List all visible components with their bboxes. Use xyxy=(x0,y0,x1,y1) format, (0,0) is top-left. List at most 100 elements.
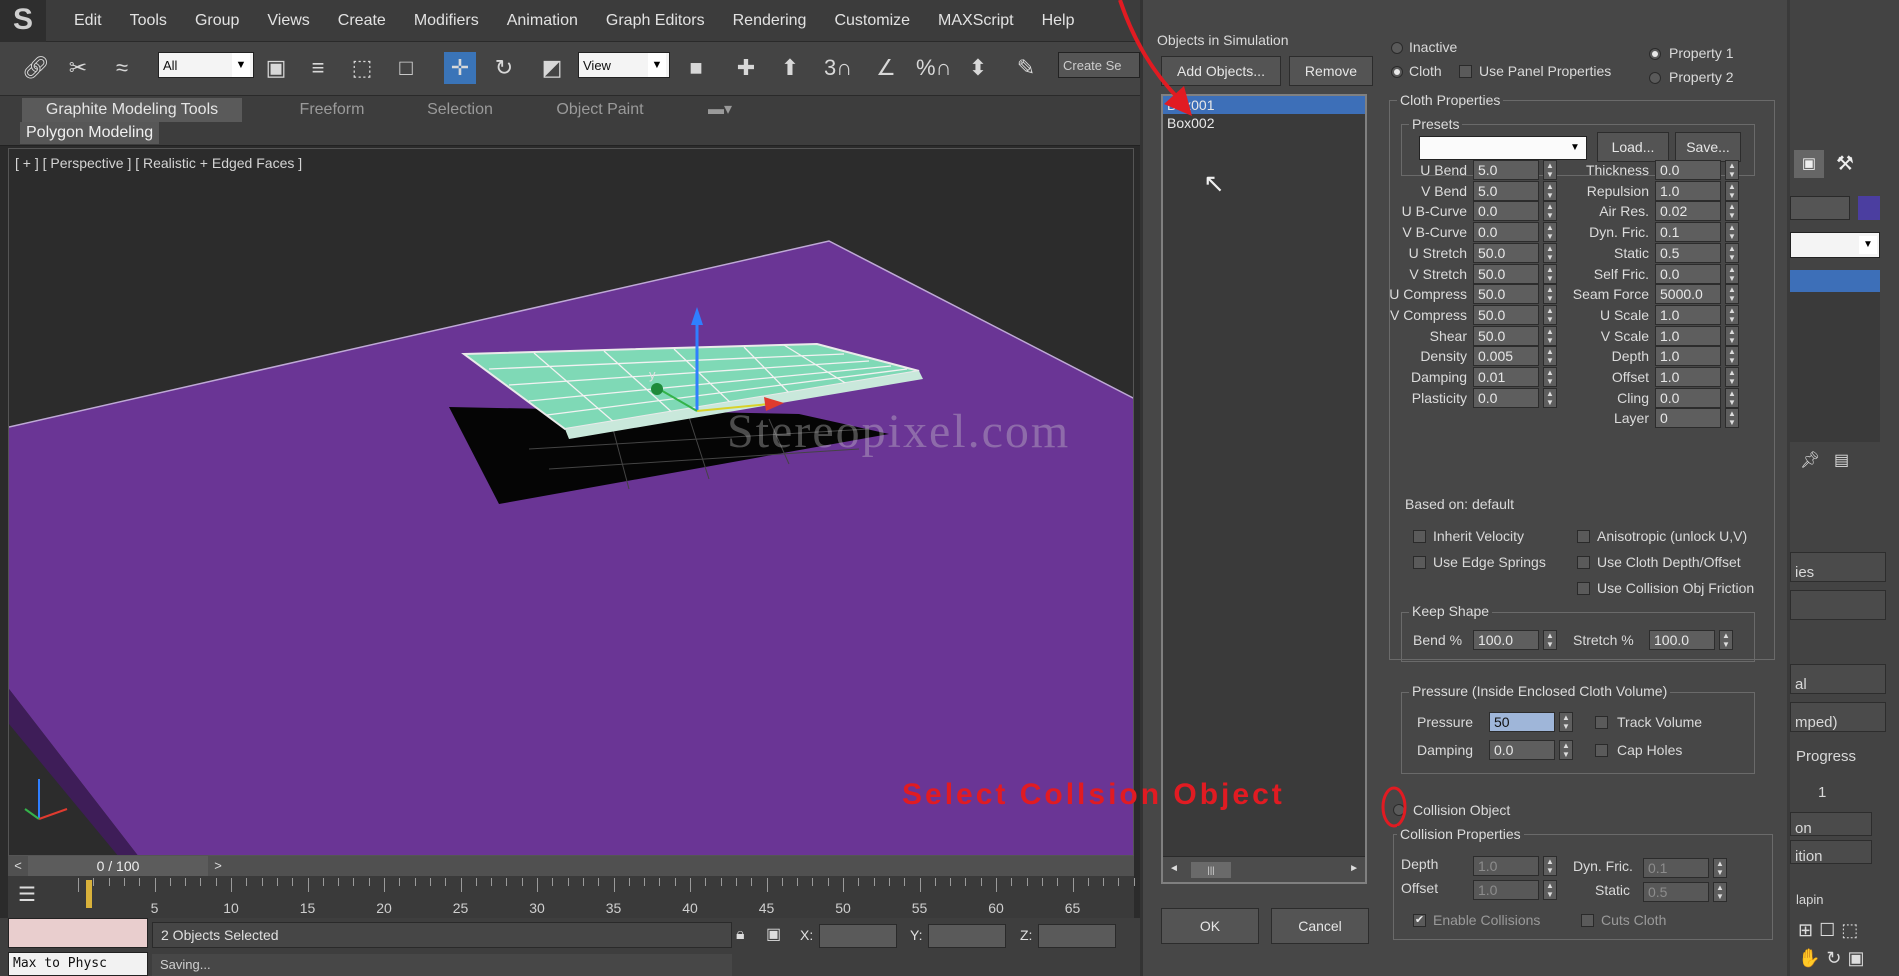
coord-x-field[interactable] xyxy=(819,924,898,949)
right-param-value[interactable]: 1.0 xyxy=(1655,367,1721,387)
use-collision-obj-friction-checkbox[interactable] xyxy=(1577,582,1590,595)
right-param-value[interactable]: 0.0 xyxy=(1655,387,1721,408)
inherit-velocity-checkbox[interactable] xyxy=(1413,530,1426,543)
spinner-arrows-icon[interactable]: ▲ ▼ xyxy=(1543,222,1557,243)
prev-frame-button[interactable]: < xyxy=(8,856,28,876)
select-rotate-icon[interactable]: ↻ xyxy=(488,52,520,84)
tab-graphite-modeling-tools[interactable]: Graphite Modeling Tools xyxy=(22,98,242,122)
cmd-button-5[interactable]: on xyxy=(1790,812,1872,837)
right-param-value[interactable]: 0.0 xyxy=(1655,160,1721,180)
tab-selection[interactable]: Selection xyxy=(410,98,510,122)
menu-create[interactable]: Create xyxy=(324,0,400,42)
cmd-button-properties[interactable]: ies xyxy=(1790,552,1886,582)
angle-snap-icon[interactable]: ∠ xyxy=(870,52,902,84)
unlink-icon[interactable]: ✂ xyxy=(62,52,94,84)
cancel-button[interactable]: Cancel xyxy=(1271,908,1369,944)
spinner-arrows-icon[interactable]: ▲ ▼ xyxy=(1543,201,1557,222)
cmd-button-4[interactable]: mped) xyxy=(1790,702,1886,732)
collision-dyn-fric-value[interactable]: 0.1 xyxy=(1643,858,1709,878)
modifier-list-dropdown[interactable]: ▼ xyxy=(1790,232,1880,258)
spinner-arrows-icon[interactable]: ▲ ▼ xyxy=(1543,242,1557,263)
spinner-arrows-icon[interactable]: ▲ ▼ xyxy=(1725,387,1739,408)
bind-space-warp-icon[interactable]: ≈ xyxy=(106,52,138,84)
pin-stack-icon[interactable]: 📌︎ xyxy=(1800,450,1820,470)
menu-customize[interactable]: Customize xyxy=(820,0,924,42)
menu-animation[interactable]: Animation xyxy=(493,0,592,42)
left-param-value[interactable]: 0.005 xyxy=(1473,346,1539,367)
right-param-value[interactable]: 0.0 xyxy=(1655,263,1721,284)
window-crossing-icon[interactable]: □ xyxy=(390,52,422,84)
spinner-arrows-icon[interactable]: ▲ ▼ xyxy=(1543,346,1557,367)
app-logo-button[interactable]: S xyxy=(0,0,46,42)
radio-inactive[interactable] xyxy=(1391,42,1403,54)
reference-coord-dropdown[interactable]: View ▼ xyxy=(578,52,670,78)
selection-filter-dropdown[interactable]: All ▼ xyxy=(158,52,254,78)
maxscript-listener-mini[interactable] xyxy=(8,918,148,948)
time-ruler[interactable]: 510152025303540455055606570 xyxy=(78,878,1157,918)
display-icon[interactable]: ▣ xyxy=(1794,150,1824,178)
right-param-value[interactable]: 5000.0 xyxy=(1655,284,1721,305)
spinner-arrows-icon[interactable]: ▲ ▼ xyxy=(1725,325,1739,346)
spinner-arrows-icon[interactable]: ▲ ▼ xyxy=(1725,180,1739,201)
coord-y-field[interactable] xyxy=(928,924,1007,949)
objects-listbox[interactable]: Box001 Box002 ◄ ||| ► xyxy=(1161,94,1367,884)
use-panel-properties-checkbox[interactable] xyxy=(1459,65,1472,78)
track-volume-checkbox[interactable] xyxy=(1595,716,1608,729)
cmd-button-2[interactable] xyxy=(1790,590,1886,620)
time-slider-thumb[interactable]: 0 / 100 xyxy=(28,856,208,876)
cap-holes-checkbox[interactable] xyxy=(1595,744,1608,757)
left-param-value[interactable]: 50.0 xyxy=(1473,284,1539,305)
spinner-arrows-icon[interactable]: ▲ ▼ xyxy=(1725,304,1739,325)
left-param-value[interactable]: 0.01 xyxy=(1473,367,1539,387)
perspective-viewport[interactable]: y [ + ] [ Perspective ] [ Realistic + Ed… xyxy=(8,148,1134,856)
name-field[interactable] xyxy=(1790,196,1850,220)
enable-collisions-checkbox[interactable]: ✔ xyxy=(1413,914,1426,927)
presets-dropdown[interactable]: ▼ xyxy=(1419,136,1587,160)
snap-icon[interactable]: 3∩ xyxy=(822,52,854,84)
spinner-arrows-icon[interactable]: ▲ ▼ xyxy=(1725,242,1739,263)
spinner-arrows-icon[interactable]: ▲ ▼ xyxy=(1725,367,1739,387)
polygon-modeling-panel[interactable]: Polygon Modeling xyxy=(20,122,160,144)
spinner-arrows-icon[interactable]: ▲ ▼ xyxy=(1543,856,1557,876)
collision-static-value[interactable]: 0.5 xyxy=(1643,882,1709,902)
scroll-right-icon[interactable]: ► xyxy=(1349,863,1359,874)
cmd-button-6[interactable]: ition xyxy=(1790,840,1872,865)
listbox-horizontal-scrollbar[interactable]: ◄ ||| ► xyxy=(1163,856,1365,882)
menu-edit[interactable]: Edit xyxy=(60,0,116,42)
spinner-arrows-icon[interactable]: ▲ ▼ xyxy=(1543,160,1557,180)
left-param-value[interactable]: 5.0 xyxy=(1473,180,1539,201)
menu-maxscript[interactable]: MAXScript xyxy=(924,0,1028,42)
spinner-arrows-icon[interactable]: ▲ ▼ xyxy=(1543,263,1557,284)
scroll-left-icon[interactable]: ◄ xyxy=(1169,863,1179,874)
spinner-arrows-icon[interactable]: ▲ ▼ xyxy=(1543,880,1557,900)
spinner-arrows-icon[interactable]: ▲ ▼ xyxy=(1713,858,1727,878)
utilities-icon[interactable]: ⚒ xyxy=(1830,150,1860,178)
menu-rendering[interactable]: Rendering xyxy=(719,0,821,42)
spinner-arrows-icon[interactable]: ▲ ▼ xyxy=(1543,367,1557,387)
right-param-value[interactable]: 0.1 xyxy=(1655,222,1721,243)
next-frame-button[interactable]: > xyxy=(208,856,228,876)
lock-selection-icon[interactable]: 🔒︎ xyxy=(736,922,760,948)
select-scale-icon[interactable]: ◩ xyxy=(536,52,568,84)
menu-tools[interactable]: Tools xyxy=(116,0,181,42)
tab-object-paint[interactable]: Object Paint xyxy=(540,98,660,122)
spinner-arrows-icon[interactable]: ▲ ▼ xyxy=(1725,346,1739,367)
spinner-arrows-icon[interactable]: ▲ ▼ xyxy=(1725,160,1739,180)
right-param-value[interactable]: 0 xyxy=(1655,408,1721,429)
left-param-value[interactable]: 0.0 xyxy=(1473,387,1539,408)
keyboard-shortcut-icon[interactable]: ⬆ xyxy=(774,52,806,84)
spinner-snap-icon[interactable]: ⬍ xyxy=(962,52,994,84)
bend-percent-value[interactable]: 100.0 xyxy=(1473,630,1539,650)
stretch-percent-value[interactable]: 100.0 xyxy=(1649,630,1715,650)
modifier-stack-selected-row[interactable] xyxy=(1790,270,1880,292)
collision-offset-value[interactable]: 1.0 xyxy=(1473,880,1539,900)
spinner-arrows-icon[interactable]: ▲ ▼ xyxy=(1725,284,1739,305)
pressure-damping-value[interactable]: 0.0 xyxy=(1489,740,1555,760)
viewport-label[interactable]: [ + ] [ Perspective ] [ Realistic + Edge… xyxy=(15,155,302,171)
spinner-arrows-icon[interactable]: ▲ ▼ xyxy=(1725,222,1739,243)
spinner-arrows-icon[interactable]: ▲ ▼ xyxy=(1543,325,1557,346)
time-config-icon[interactable]: ☰ xyxy=(18,882,58,914)
edit-named-sets-icon[interactable]: ✎ xyxy=(1010,52,1042,84)
rect-region-icon[interactable]: ⬚ xyxy=(346,52,378,84)
radio-property-2[interactable] xyxy=(1649,72,1661,84)
